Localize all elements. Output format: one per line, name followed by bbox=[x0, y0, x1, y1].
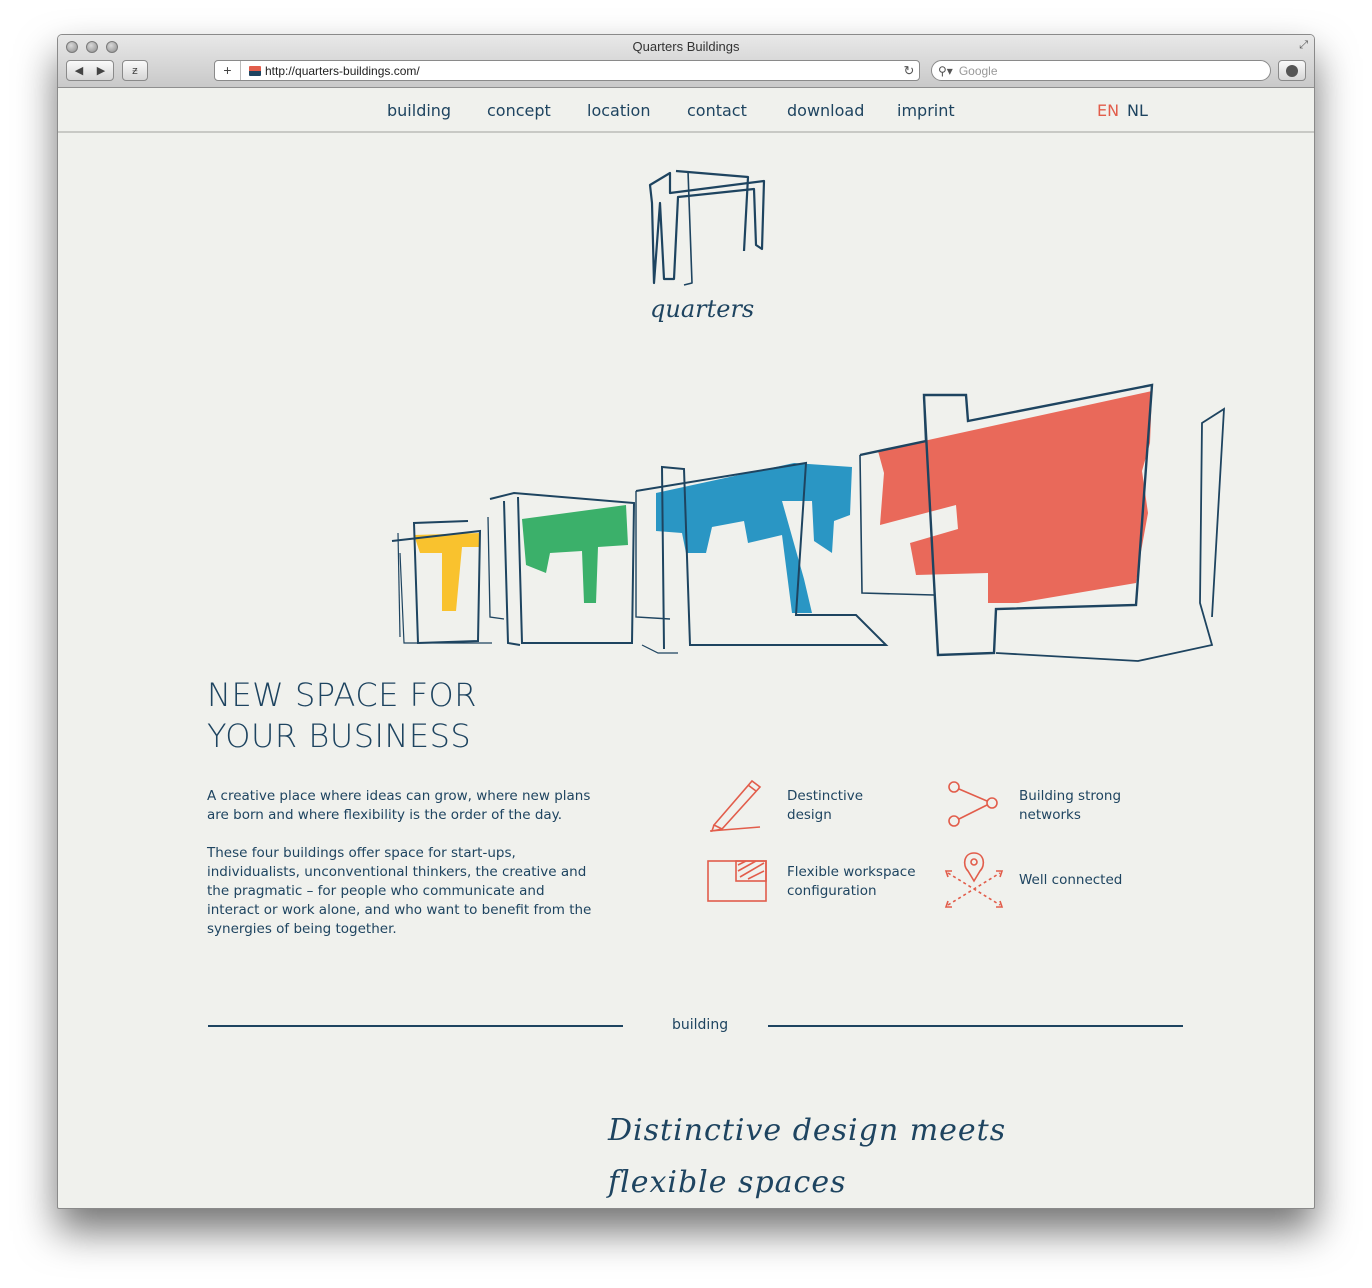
window-title: Quarters Buildings bbox=[632, 39, 740, 54]
back-arrow-icon[interactable]: ◀ bbox=[68, 64, 90, 77]
building-yellow bbox=[391, 520, 492, 645]
location-pin-icon bbox=[944, 852, 1004, 908]
divider-right bbox=[768, 1025, 1183, 1027]
building-green bbox=[487, 491, 636, 646]
reader-icon: ƶ bbox=[132, 64, 138, 77]
intro-text: A creative place where ideas can grow, w… bbox=[207, 787, 597, 939]
nav-imprint[interactable]: imprint bbox=[897, 101, 955, 120]
address-bar[interactable]: + http://quarters-buildings.com/ ↻ bbox=[214, 60, 920, 81]
nav-download[interactable]: download bbox=[787, 101, 864, 120]
intro-paragraph-1: A creative place where ideas can grow, w… bbox=[207, 788, 591, 823]
language-nl[interactable]: NL bbox=[1127, 101, 1148, 120]
nav-building[interactable]: building bbox=[387, 101, 451, 120]
feature-flexible-workspace: Flexible workspace configuration bbox=[787, 864, 916, 899]
tagline-line-1: Distinctive design meets bbox=[608, 1113, 1007, 1148]
site-navigation: building concept location contact downlo… bbox=[58, 88, 1314, 133]
site-favicon-icon bbox=[249, 65, 261, 76]
search-icon: ⚲▾ bbox=[938, 63, 953, 78]
pencil-icon bbox=[709, 779, 762, 833]
quarters-logo[interactable]: quarters bbox=[648, 169, 766, 323]
feature-building-networks: Building strong networks bbox=[1019, 788, 1122, 823]
browser-toolbar: Quarters Buildings ⤢ ◀ ▶ ƶ + http://quart… bbox=[58, 35, 1314, 88]
add-bookmark-icon[interactable]: + bbox=[215, 61, 241, 80]
page-headline: NEW SPACE FOR YOUR BUSINESS bbox=[207, 675, 477, 757]
building-red bbox=[859, 383, 1225, 662]
search-input[interactable]: ⚲▾ Google bbox=[931, 60, 1271, 81]
intro-paragraph-2: These four buildings offer space for sta… bbox=[207, 845, 592, 937]
workspace-icon bbox=[707, 860, 767, 902]
browser-window: Quarters Buildings ⤢ ◀ ▶ ƶ + http://quart… bbox=[57, 34, 1315, 1209]
fullscreen-icon[interactable]: ⤢ bbox=[1299, 39, 1308, 52]
building-blue bbox=[635, 461, 889, 654]
section-label: building bbox=[672, 1017, 729, 1033]
nav-location[interactable]: location bbox=[587, 101, 650, 120]
hero-illustration: quarters bbox=[391, 169, 1225, 662]
headline-line-1: NEW SPACE FOR bbox=[207, 676, 477, 714]
back-forward-buttons[interactable]: ◀ ▶ bbox=[66, 60, 114, 81]
script-tagline: Distinctive design meets flexible spaces bbox=[608, 1105, 1007, 1208]
divider-left bbox=[208, 1025, 623, 1027]
nav-concept[interactable]: concept bbox=[487, 101, 551, 120]
downloads-button[interactable] bbox=[1278, 60, 1306, 81]
language-en[interactable]: EN bbox=[1097, 101, 1119, 120]
reload-icon[interactable]: ↻ bbox=[899, 63, 919, 79]
network-icon bbox=[948, 781, 998, 827]
feature-distinctive-design: Destinctive design bbox=[787, 788, 864, 823]
headline-line-2: YOUR BUSINESS bbox=[207, 717, 472, 755]
feature-well-connected: Well connected bbox=[1019, 872, 1123, 888]
reader-button[interactable]: ƶ bbox=[122, 60, 148, 81]
download-icon bbox=[1286, 64, 1298, 77]
tagline-line-2: flexible spaces bbox=[608, 1165, 847, 1200]
search-placeholder: Google bbox=[958, 63, 998, 78]
url-field[interactable]: http://quarters-buildings.com/ bbox=[265, 64, 899, 78]
forward-arrow-icon[interactable]: ▶ bbox=[90, 64, 112, 77]
nav-contact[interactable]: contact bbox=[687, 101, 747, 120]
logo-wordmark: quarters bbox=[650, 295, 754, 323]
